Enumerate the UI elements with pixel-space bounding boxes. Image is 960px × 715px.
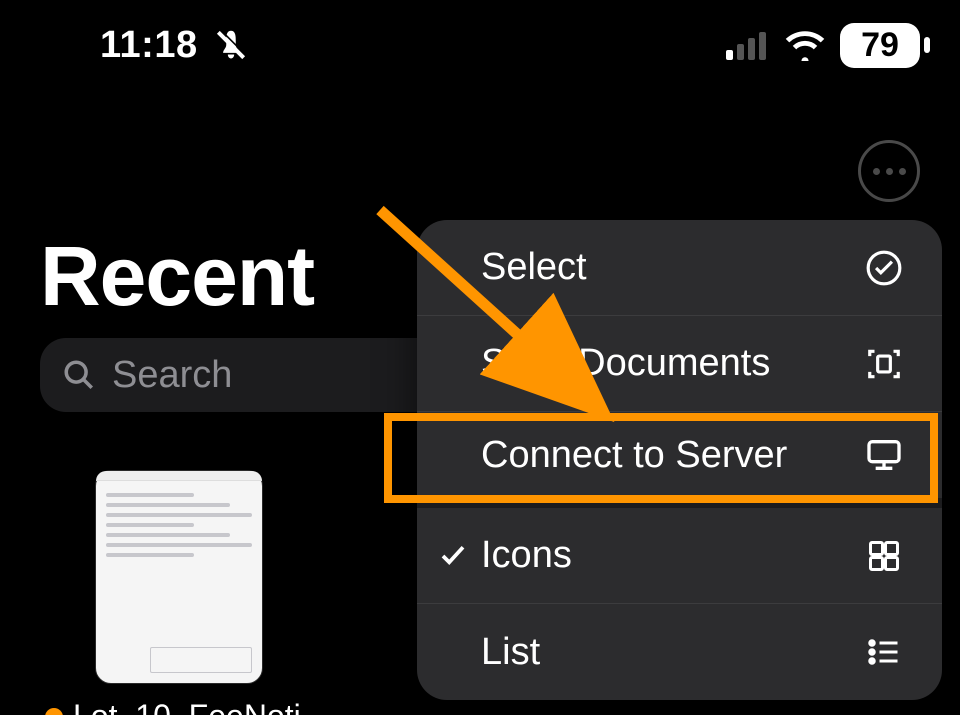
file-label-row: Lot_10_FeeNoti [45,698,275,715]
server-icon [862,435,906,475]
menu-item-icons-view[interactable]: Icons [417,508,942,604]
wifi-icon [784,29,826,61]
battery-indicator: 79 [840,23,920,68]
status-time: 11:18 [100,24,198,67]
select-icon [862,249,906,287]
menu-item-label: Icons [481,534,862,577]
sync-status-dot-icon [45,708,63,715]
status-bar: 11:18 79 [0,0,960,90]
scan-documents-icon [862,345,906,383]
grid-view-icon [862,538,906,574]
file-thumbnail [95,470,263,684]
menu-item-list-view[interactable]: List [417,604,942,700]
more-options-button[interactable] [858,140,920,202]
page-title: Recent [40,228,314,325]
menu-item-label: Connect to Server [481,434,862,477]
search-icon [62,358,96,392]
menu-item-select[interactable]: Select [417,220,942,316]
file-label: Lot_10_FeeNoti [73,698,301,715]
status-right: 79 [726,23,920,68]
file-item[interactable]: Lot_10_FeeNoti [95,470,275,715]
menu-item-label: List [481,631,862,674]
search-placeholder: Search [112,354,232,397]
checkmark-icon [433,541,473,571]
cellular-signal-icon [726,30,770,60]
menu-item-scan-documents[interactable]: Scan Documents [417,316,942,412]
options-menu: Select Scan Documents Connect to Server [417,220,942,700]
menu-item-label: Select [481,246,862,289]
status-left: 11:18 [100,24,250,67]
list-view-icon [862,634,906,670]
menu-item-label: Scan Documents [481,342,862,385]
silent-mode-icon [212,26,250,64]
menu-item-connect-to-server[interactable]: Connect to Server [417,412,942,508]
